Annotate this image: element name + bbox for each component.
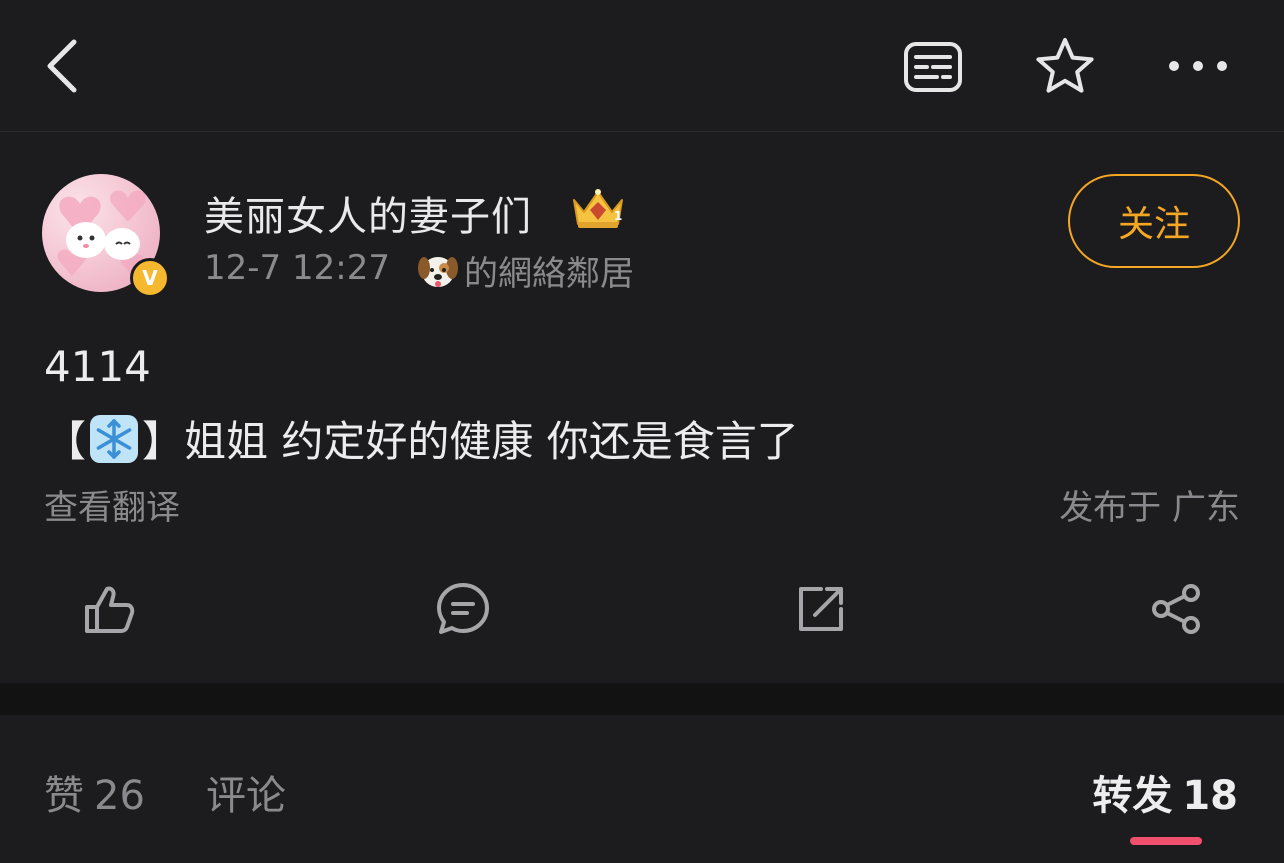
engagement-tabs: 赞 26 评论 转发 18 (0, 715, 1284, 863)
favorite-button[interactable] (1030, 32, 1100, 100)
thumbs-up-icon (85, 586, 135, 633)
more-options-button[interactable] (1160, 40, 1236, 92)
avatar[interactable]: V (42, 174, 170, 298)
post-time: 12-7 12:27 (204, 248, 390, 288)
top-nav-bar (0, 0, 1284, 132)
crown-badge-icon: 1 (573, 189, 623, 228)
verified-badge: V (130, 258, 170, 298)
bracket-open: 【 (44, 417, 87, 466)
tab-reposts-label: 转发 (1092, 773, 1173, 819)
like-button[interactable] (74, 578, 144, 640)
reader-icon (904, 42, 962, 92)
post-source-label: 的網絡鄰居 (464, 254, 634, 294)
post-text-line-1: 4114 (44, 342, 151, 391)
repost-button[interactable] (786, 578, 856, 640)
share-button[interactable] (1142, 578, 1212, 640)
svg-text:1: 1 (614, 209, 622, 223)
comment-button[interactable] (428, 578, 498, 640)
dog-emoji-icon (418, 256, 458, 287)
reader-mode-button[interactable] (896, 36, 970, 98)
section-divider (0, 683, 1284, 715)
comment-icon (437, 583, 489, 634)
chevron-left-icon (47, 39, 77, 93)
tab-comments-label: 评论 (206, 773, 286, 819)
active-tab-indicator (1130, 837, 1202, 845)
follow-button[interactable]: 关注 (1068, 174, 1240, 268)
post-text-line-2: 【 】 姐姐 约定好的健康 你还是食言了 (44, 408, 799, 469)
star-icon (1036, 38, 1094, 93)
tab-reposts-count: 18 (1182, 773, 1238, 819)
back-button[interactable] (30, 30, 94, 102)
post-text-line-2-body: 姐姐 约定好的健康 你还是食言了 (184, 417, 799, 466)
tab-likes-label: 赞 (44, 773, 84, 819)
tab-likes[interactable]: 赞 26 (44, 763, 145, 821)
post-card: V 美丽女人的妻子们 1 12-7 12:27 的網絡鄰居 关注 4114 【 (0, 132, 1284, 683)
snowflake-icon (90, 414, 139, 463)
repost-icon (799, 587, 843, 631)
tab-reposts[interactable]: 转发 18 (1092, 763, 1238, 821)
tab-comments[interactable]: 评论 (206, 763, 286, 821)
tab-likes-count: 26 (94, 773, 145, 819)
post-source[interactable]: 的網絡鄰居 (416, 246, 634, 295)
username[interactable]: 美丽女人的妻子们 (204, 184, 532, 242)
bracket-close: 】 (142, 417, 185, 466)
translate-link[interactable]: 查看翻译 (44, 480, 180, 529)
post-location: 发布于 广东 (1059, 488, 1240, 528)
share-icon (1152, 584, 1200, 634)
more-horizontal-icon (1169, 61, 1227, 71)
